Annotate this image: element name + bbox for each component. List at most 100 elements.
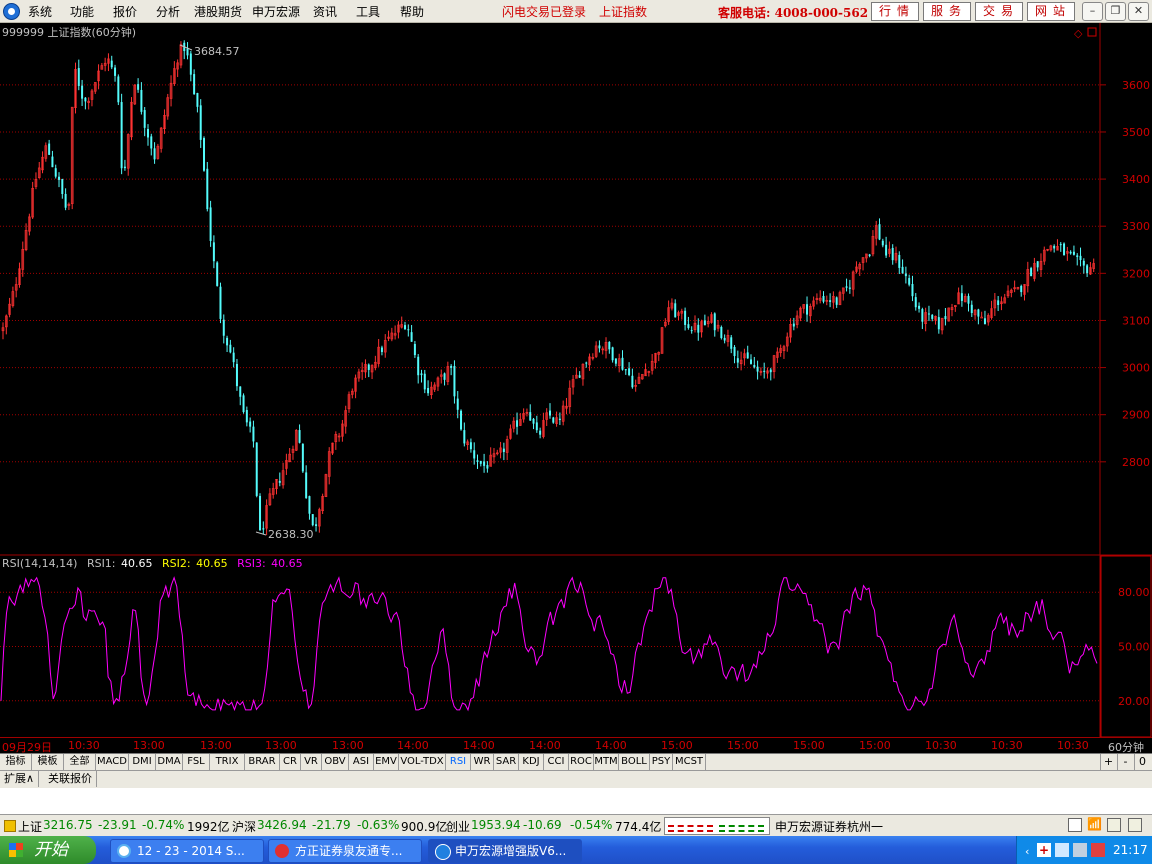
tab-模板[interactable]: 模板 <box>32 754 64 770</box>
cy-change: -10.69 <box>523 818 562 832</box>
candle-body <box>262 528 265 530</box>
tab-obv[interactable]: OBV <box>322 754 349 770</box>
time-label: 14:00 <box>463 739 495 752</box>
hs-pct: -0.63% <box>357 818 400 832</box>
tab-macd[interactable]: MACD <box>96 754 129 770</box>
tab-roc[interactable]: ROC <box>569 754 594 770</box>
zoom-in-button[interactable]: + <box>1100 754 1116 770</box>
candle-body <box>918 305 921 309</box>
task-button-active[interactable]: 申万宏源增强版V6... <box>428 839 582 863</box>
rsi-params: RSI(14,14,14) <box>2 557 77 570</box>
task-button[interactable]: 12 - 23 - 2014 S... <box>110 839 264 863</box>
time-label: 14:00 <box>397 739 429 752</box>
tray-red-icon[interactable]: + <box>1037 843 1051 857</box>
rsi2-value: 40.65 <box>196 557 228 570</box>
tab-emv[interactable]: EMV <box>374 754 399 770</box>
candle-body <box>216 262 219 286</box>
service-button[interactable]: 服务 <box>923 2 971 21</box>
settings-icon[interactable] <box>1128 818 1142 832</box>
candle-body <box>687 324 690 328</box>
tab-mcst[interactable]: MCST <box>673 754 706 770</box>
candle-body <box>769 369 772 373</box>
task-button[interactable]: 方正证券泉友通专... <box>268 839 422 863</box>
menu-analysis[interactable]: 分析 <box>156 3 180 20</box>
diamond-icon[interactable]: ◇ <box>1074 27 1083 40</box>
menu-hk-futures[interactable]: 港股期货 <box>194 3 242 20</box>
corner-icons[interactable]: ◇ <box>1074 27 1097 40</box>
candle-body <box>878 224 881 240</box>
tab-sar[interactable]: SAR <box>494 754 519 770</box>
tray-network-icon[interactable] <box>1055 843 1069 857</box>
candle-body <box>1020 285 1023 293</box>
tab-kdj[interactable]: KDJ <box>519 754 544 770</box>
tab-dma[interactable]: DMA <box>156 754 183 770</box>
square-icon[interactable] <box>1087 27 1097 37</box>
candle-body <box>48 143 51 155</box>
tab-brar[interactable]: BRAR <box>245 754 280 770</box>
signal-icon[interactable]: 📶 <box>1087 817 1102 831</box>
note-icon[interactable] <box>1107 818 1121 832</box>
menu-news[interactable]: 资讯 <box>313 3 337 20</box>
tab-vr[interactable]: VR <box>301 754 322 770</box>
menu-swhy[interactable]: 申万宏源 <box>252 3 300 20</box>
tray-app-icon[interactable] <box>1091 843 1105 857</box>
candle-body <box>423 373 426 390</box>
reset-button[interactable]: 0 <box>1134 754 1150 770</box>
candle-body <box>420 373 423 376</box>
candle-body <box>483 461 486 466</box>
tab-rsi[interactable]: RSI <box>446 754 471 770</box>
app-logo-icon[interactable] <box>3 3 20 20</box>
rsi3-label: RSI3: <box>237 557 266 570</box>
tab-dmi[interactable]: DMI <box>129 754 156 770</box>
price-tick-label: 3200 <box>1122 267 1150 280</box>
candle-body <box>473 450 476 459</box>
candle-body <box>222 319 225 336</box>
menu-quote[interactable]: 报价 <box>113 3 137 20</box>
lock-icon[interactable] <box>4 820 16 832</box>
website-button[interactable]: 网站 <box>1027 2 1075 21</box>
candle-body <box>453 365 456 397</box>
tray-arrow-icon[interactable]: ‹ <box>1025 845 1029 858</box>
tab-vol-tdx[interactable]: VOL-TDX <box>399 754 446 770</box>
tab-cci[interactable]: CCI <box>544 754 569 770</box>
candle-body <box>578 375 581 378</box>
candle-body <box>845 286 848 288</box>
tab-extend[interactable]: 扩展∧ <box>0 771 40 787</box>
price-tick-label: 3600 <box>1122 79 1150 92</box>
minimize-icon[interactable]: – <box>1082 2 1103 21</box>
indicator-tabs: 指标 模板 全部 MACD DMI DMA FSL TRIX BRAR CR VR OBV ASI EMV… <box>0 753 1152 771</box>
tray-volume-icon[interactable] <box>1073 843 1087 857</box>
candle-body <box>311 514 314 526</box>
menu-help[interactable]: 帮助 <box>400 3 424 20</box>
tab-trix[interactable]: TRIX <box>210 754 245 770</box>
close-icon[interactable]: ✕ <box>1128 2 1149 21</box>
price-chart[interactable]: 2800 2900 3000 3100 3200 3300 3400 3500 3600 20.… <box>0 23 1152 738</box>
candle-body <box>51 156 54 168</box>
tab-wr[interactable]: WR <box>471 754 494 770</box>
tab-boll[interactable]: BOLL <box>619 754 650 770</box>
start-button[interactable]: 开始 <box>0 836 96 864</box>
zoom-out-button[interactable]: - <box>1117 754 1133 770</box>
candle-body <box>486 465 489 469</box>
time-label: 10:30 <box>925 739 957 752</box>
candle-body <box>64 193 67 208</box>
window-icon[interactable] <box>1068 818 1082 832</box>
tab-asi[interactable]: ASI <box>349 754 374 770</box>
candle-body <box>1076 255 1079 257</box>
tab-全部[interactable]: 全部 <box>64 754 96 770</box>
quote-button[interactable]: 行情 <box>871 2 919 21</box>
tab-fsl[interactable]: FSL <box>183 754 210 770</box>
tab-cr[interactable]: CR <box>280 754 301 770</box>
restore-icon[interactable]: ❐ <box>1105 2 1126 21</box>
tab-related-quotes[interactable]: 关联报价 <box>44 771 97 787</box>
menu-system[interactable]: 系统 <box>28 3 52 20</box>
tab-psy[interactable]: PSY <box>650 754 673 770</box>
menu-tools[interactable]: 工具 <box>356 3 380 20</box>
tab-指标[interactable]: 指标 <box>0 754 32 770</box>
cy-pct: -0.54% <box>570 818 613 832</box>
candle-body <box>189 53 192 75</box>
menu-function[interactable]: 功能 <box>70 3 94 20</box>
trade-button[interactable]: 交易 <box>975 2 1023 21</box>
tab-mtm[interactable]: MTM <box>594 754 619 770</box>
candle-body <box>937 317 940 330</box>
